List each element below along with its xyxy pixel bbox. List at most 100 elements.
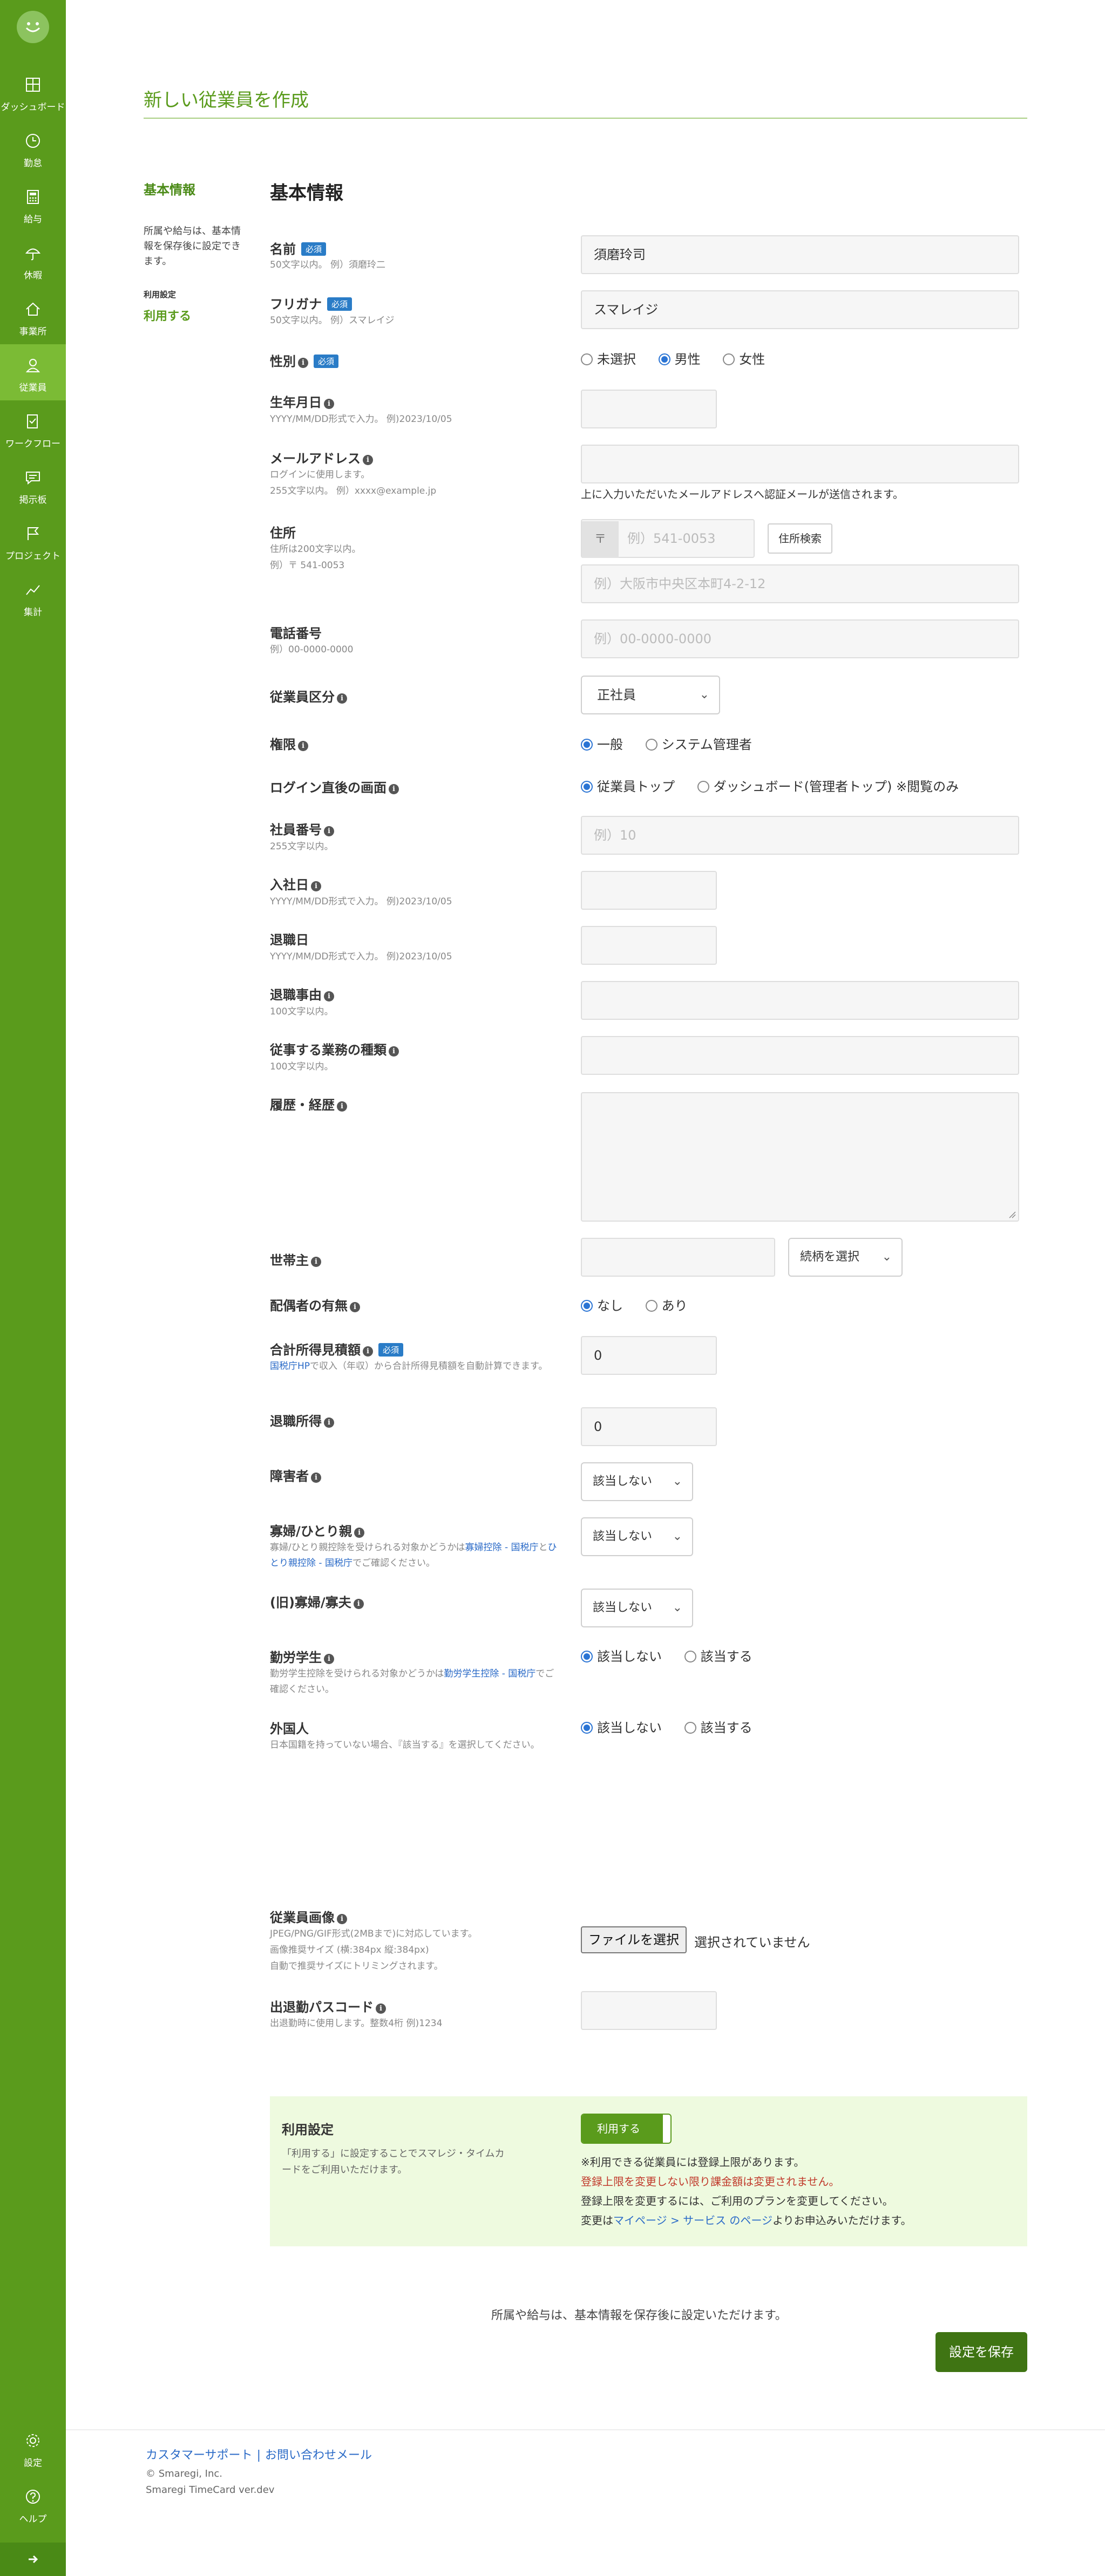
landing-option-employee-top[interactable]: 従業員トップ: [581, 776, 675, 795]
photo-help-2: 画像推奨サイズ (横:384px 縦:384px): [270, 1945, 429, 1955]
usage-line-2: 登録上限を変更しない限り課金額は変更されません。: [581, 2175, 840, 2188]
employee-no-input[interactable]: 例）10: [581, 816, 1019, 855]
employee-type-select[interactable]: 正社員 ⌄: [581, 676, 720, 714]
foreigner-option-yes[interactable]: 該当する: [684, 1717, 753, 1736]
side-nav-usage[interactable]: 利用する: [144, 306, 191, 324]
sidebar-item-attendance[interactable]: 勤怠: [0, 120, 66, 176]
sidebar: ダッシュボード 勤怠 給与 休暇 事業所 従業員 ワークフロー 掲示板 プロジェ…: [0, 0, 66, 2576]
clock-icon: [26, 134, 40, 148]
job-type-input[interactable]: [581, 1036, 1019, 1075]
radio-checked-icon: [581, 1300, 593, 1312]
usage-toggle[interactable]: 利用する: [581, 2114, 672, 2144]
birthday-input[interactable]: [581, 390, 717, 428]
join-date-input[interactable]: [581, 871, 717, 910]
foreigner-option-no[interactable]: 該当しない: [581, 1717, 662, 1736]
landing-option-dashboard[interactable]: ダッシュボード(管理者トップ) ※閲覧のみ: [697, 776, 959, 795]
sidebar-item-board[interactable]: 掲示板: [0, 456, 66, 513]
save-button[interactable]: 設定を保存: [935, 2332, 1027, 2372]
sidebar-item-workflow[interactable]: ワークフロー: [0, 400, 66, 456]
chat-icon: [26, 472, 40, 485]
leave-reason-input[interactable]: [581, 981, 1019, 1020]
postal-code-input[interactable]: 〒例）541-0053: [581, 519, 755, 558]
working-student-deduction-link[interactable]: 勤労学生控除 - 国税庁: [444, 1668, 535, 1679]
required-badge: 必須: [314, 355, 339, 368]
nta-link[interactable]: 国税庁HP: [270, 1361, 310, 1372]
widow-deduction-link[interactable]: 寡婦控除 - 国税庁: [465, 1542, 539, 1553]
relation-select[interactable]: 続柄を選択 ⌄: [788, 1238, 903, 1277]
gender-option-unselected[interactable]: 未選択: [581, 349, 636, 367]
sidebar-item-aggregate[interactable]: 集計: [0, 569, 66, 625]
required-badge: 必須: [327, 297, 352, 311]
email-input[interactable]: [581, 445, 1019, 483]
gender-option-female[interactable]: 女性: [723, 349, 765, 367]
sidebar-item-dashboard[interactable]: ダッシュボード: [0, 64, 66, 120]
job-type-help: 100文字以内。: [270, 1061, 334, 1072]
history-textarea[interactable]: [581, 1092, 1019, 1222]
spouse-option-none[interactable]: なし: [581, 1295, 623, 1314]
info-icon: i: [363, 455, 373, 465]
address-help-2: 例）〒 541-0053: [270, 560, 345, 571]
sidebar-item-help[interactable]: ヘルプ: [0, 2476, 66, 2532]
side-nav-basic-info[interactable]: 基本情報: [144, 179, 195, 198]
footer-links: カスタマーサポート | お問い合わせメール: [146, 2445, 372, 2463]
old-widow-select[interactable]: 該当しない ⌄: [581, 1589, 693, 1627]
sidebar-item-project[interactable]: プロジェクト: [0, 513, 66, 569]
leave-date-label: 退職日: [270, 932, 309, 948]
checklist-icon: [27, 414, 38, 428]
contact-mail-link[interactable]: お問い合わせメール: [265, 2449, 372, 2462]
sidebar-item-office[interactable]: 事業所: [0, 288, 66, 344]
expand-sidebar-button[interactable]: [0, 2543, 66, 2576]
photo-help-1: JPEG/PNG/GIF形式(2MBまで)に対応しています。: [270, 1928, 477, 1939]
arrow-right-icon: [29, 2555, 38, 2564]
disability-select[interactable]: 該当しない ⌄: [581, 1462, 693, 1501]
householder-input[interactable]: [581, 1238, 775, 1277]
foreigner-radio-group: 該当しない 該当する: [581, 1717, 771, 1736]
income-estimate-input[interactable]: 0: [581, 1336, 717, 1375]
radio-checked-icon: [581, 1722, 593, 1734]
email-help-2: 255文字以内。 例）xxxx@example.jp: [270, 486, 437, 496]
copyright-text: © Smaregi, Inc.: [146, 2468, 222, 2479]
chevron-down-icon: ⌄: [672, 1475, 682, 1488]
sidebar-item-vacation[interactable]: 休暇: [0, 232, 66, 288]
mypage-service-link[interactable]: マイページ > サービス のページ: [613, 2214, 772, 2227]
sidebar-item-settings[interactable]: 設定: [0, 2420, 66, 2476]
home-icon: [26, 302, 40, 316]
address-search-button[interactable]: 住所検索: [768, 523, 832, 554]
sidebar-item-label: ダッシュボード: [1, 102, 65, 113]
phone-help: 例）00-0000-0000: [270, 644, 354, 655]
radio-icon: [723, 353, 735, 365]
address-label: 住所: [270, 526, 296, 541]
name-input[interactable]: 須磨玲司: [581, 235, 1019, 274]
required-badge: 必須: [378, 1343, 404, 1357]
permission-option-general[interactable]: 一般: [581, 734, 623, 753]
customer-support-link[interactable]: カスタマーサポート: [146, 2449, 253, 2462]
sidebar-item-salary[interactable]: 給与: [0, 176, 66, 232]
leave-date-input[interactable]: [581, 926, 717, 965]
gender-option-male[interactable]: 男性: [658, 349, 701, 367]
address-input[interactable]: 例）大阪市中央区本町4-2-12: [581, 564, 1019, 603]
radio-icon: [645, 1300, 657, 1312]
info-icon: i: [311, 881, 321, 891]
spouse-option-yes[interactable]: あり: [645, 1295, 688, 1314]
chevron-down-icon: ⌄: [882, 1250, 892, 1264]
working-student-option-yes[interactable]: 該当する: [684, 1646, 753, 1665]
phone-input[interactable]: 例）00-0000-0000: [581, 619, 1019, 658]
permission-option-admin[interactable]: システム管理者: [645, 734, 752, 753]
sidebar-item-employees[interactable]: 従業員: [0, 344, 66, 400]
radio-checked-icon: [581, 739, 593, 751]
disability-label: 障害者 i: [270, 1466, 321, 1484]
furigana-input[interactable]: スマレイジ: [581, 290, 1019, 329]
logo[interactable]: [17, 11, 49, 43]
file-select-button[interactable]: ファイルを選択: [581, 1926, 687, 1953]
retirement-income-input[interactable]: 0: [581, 1407, 717, 1446]
radio-checked-icon: [581, 781, 593, 793]
info-icon: i: [298, 741, 308, 751]
radio-checked-icon: [581, 1651, 593, 1662]
employee-type-label: 従業員区分 i: [270, 686, 347, 705]
widow-select[interactable]: 該当しない ⌄: [581, 1517, 693, 1556]
leave-date-help: YYYY/MM/DD形式で入力。 例)2023/10/05: [270, 951, 452, 962]
passcode-input[interactable]: [581, 1991, 717, 2030]
usage-line-1: ※利用できる従業員には登録上限があります。: [581, 2156, 805, 2169]
join-date-help: YYYY/MM/DD形式で入力。 例)2023/10/05: [270, 896, 452, 907]
working-student-option-no[interactable]: 該当しない: [581, 1646, 662, 1665]
